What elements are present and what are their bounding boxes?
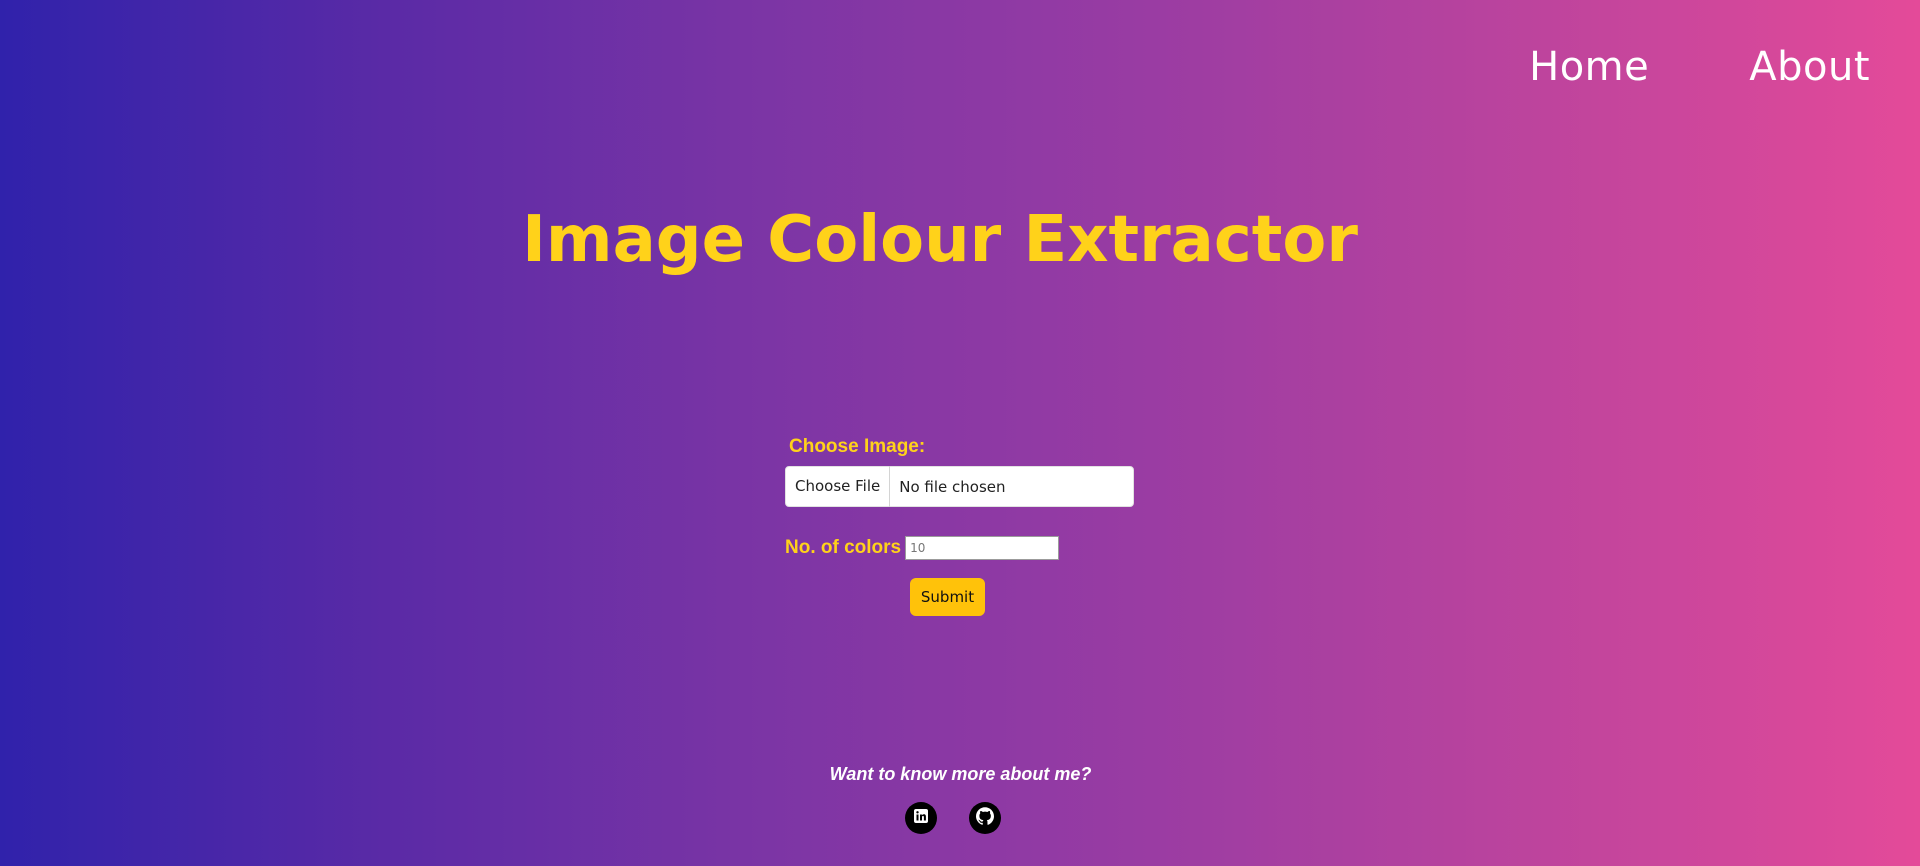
submit-button[interactable]: Submit — [910, 578, 985, 616]
page-title: Image Colour Extractor — [522, 203, 1358, 277]
footer-prompt: Want to know more about me? — [829, 764, 1092, 784]
colors-row: No. of colors — [785, 536, 1145, 560]
linkedin-icon — [914, 808, 928, 828]
footer: Want to know more about me? — [0, 764, 1920, 785]
github-link[interactable] — [969, 802, 1001, 834]
colors-label: No. of colors — [785, 537, 902, 558]
social-links — [905, 802, 1001, 834]
choose-image-label: Choose Image: — [789, 436, 926, 457]
nav-home-link[interactable]: Home — [1529, 44, 1649, 90]
colors-input[interactable] — [905, 536, 1060, 560]
github-icon — [976, 806, 994, 830]
linkedin-link[interactable] — [905, 802, 937, 834]
choose-file-button[interactable]: Choose File — [786, 466, 891, 507]
top-nav: Home About — [1529, 44, 1870, 90]
file-status-text: No file chosen — [899, 477, 1006, 496]
title-wrapper: Image Colour Extractor — [0, 200, 1920, 280]
upload-form: Choose Image: Choose File No file chosen… — [785, 436, 1145, 616]
nav-about-link[interactable]: About — [1749, 44, 1870, 90]
file-input[interactable]: Choose File No file chosen — [785, 466, 1134, 507]
